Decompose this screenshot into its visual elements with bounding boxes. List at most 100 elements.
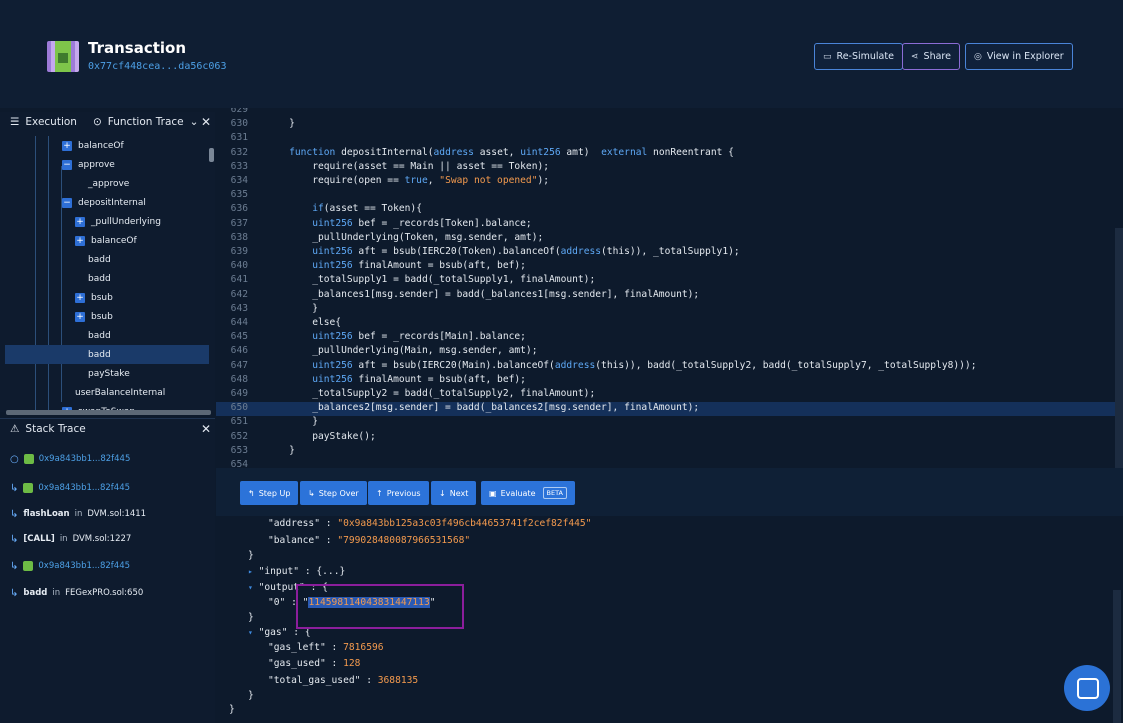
code-line[interactable]: 654 [216,459,1121,468]
code-line[interactable]: 640 uint256 finalAmount = bsub(aft, bef)… [216,260,1121,274]
tree-node[interactable]: + _pullUnderlying [75,212,161,231]
code-text: uint256 bef = _records[Main].balance; [312,331,526,343]
code-line[interactable]: 645 uint256 bef = _records[Main].balance… [216,331,1121,345]
tab-execution[interactable]: Execution [25,116,77,128]
json-gas-line[interactable]: ▾ "gas" : { [248,627,311,643]
expand-icon[interactable]: + [75,216,85,227]
expand-icon[interactable]: + [75,235,85,246]
resimulate-button[interactable]: ▭ Re-Simulate [814,43,903,70]
previous-button[interactable]: ↑ Previous [368,481,429,505]
tree-node[interactable]: badd [88,326,111,345]
code-line[interactable]: 637 uint256 bef = _records[Token].balanc… [216,218,1121,232]
stack-trace-panel: ⚠ Stack Trace ✕ ○ 0x9a843bb1...82f445 ↳ 0x9… [0,418,215,723]
monitor-icon: ▭ [823,51,832,62]
stack-frame-file[interactable]: FEGexPRO.sol:650 [65,588,143,598]
code-line[interactable]: 635 [216,189,1121,203]
stack-frame-address[interactable]: 0x9a843bb1...82f445 [38,561,130,571]
json-input-line[interactable]: ▸ "input" : {...} [248,566,345,582]
code-line[interactable]: 632 function depositInternal(address ass… [216,147,1121,161]
tree-node[interactable]: badd [88,250,111,269]
expand-icon[interactable]: + [75,311,85,322]
code-line[interactable]: 650 _balances2[msg.sender] = badd(_balan… [216,402,1121,417]
code-line[interactable]: 652 payStake(); [216,431,1121,445]
chat-support-button[interactable] [1064,665,1110,711]
close-icon[interactable]: ✕ [201,422,211,436]
share-button[interactable]: ⋖ Share [902,43,960,70]
tree-node[interactable]: + balanceOf [75,231,137,250]
tree-node[interactable]: userBalanceInternal [75,383,165,402]
next-label: Next [449,488,469,498]
transaction-hash[interactable]: 0x77cf448cea...da56c063 [88,61,226,72]
code-line[interactable]: 639 uint256 aft = bsub(IERC20(Token).bal… [216,246,1121,260]
next-button[interactable]: ↓ Next [431,481,477,505]
code-line[interactable]: 638 _pullUnderlying(Token, msg.sender, a… [216,232,1121,246]
chevron-down-icon[interactable]: ⌄ [190,116,199,128]
globe-icon: ◎ [974,51,982,62]
tree-node[interactable]: + balanceOf [62,136,124,155]
json-value: "0x9a843bb125a3c03f496cb44653741f2cef82f… [337,518,592,529]
stack-frame-address[interactable]: 0x9a843bb1...82f445 [39,454,131,464]
code-line[interactable]: 634 require(open == true, "Swap not open… [216,175,1121,189]
code-line[interactable]: 648 uint256 finalAmount = bsub(aft, bef)… [216,374,1121,388]
stack-frame-file[interactable]: DVM.sol:1411 [87,509,146,519]
tree-node-label: badd [88,273,111,284]
code-line[interactable]: 631 [216,132,1121,146]
code-line[interactable]: 643 } [216,303,1121,317]
tree-node[interactable]: + bsub [75,307,113,326]
collapse-icon[interactable]: − [62,159,72,170]
code-line[interactable]: 636 if(asset == Token){ [216,203,1121,217]
expand-icon[interactable]: + [62,140,72,151]
line-number: 634 [230,175,248,186]
tree-node[interactable]: badd [5,345,209,364]
tree-node[interactable]: payStake [88,364,130,383]
step-over-icon: ↳ [308,488,315,498]
code-line[interactable]: 647 uint256 aft = bsub(IERC20(Main).bala… [216,360,1121,374]
code-line[interactable]: 644 else{ [216,317,1121,331]
caret-right-icon[interactable]: ▸ [248,567,253,576]
code-text: _balances1[msg.sender] = badd(_balances1… [266,288,700,300]
evaluate-button[interactable]: ▣ Evaluate BETA [481,481,575,505]
view-in-explorer-button[interactable]: ◎ View in Explorer [965,43,1073,70]
code-line[interactable]: 646 _pullUnderlying(Main, msg.sender, am… [216,345,1121,359]
code-line[interactable]: 641 _totalSupply1 = badd(_totalSupply1, … [216,274,1121,288]
stack-frame-file[interactable]: DVM.sol:1227 [73,534,132,544]
code-line[interactable]: 642 _balances1[msg.sender] = badd(_balan… [216,289,1121,303]
tree-horizontal-scrollbar[interactable] [6,410,211,415]
stack-frame[interactable]: ↳ 0x9a843bb1...82f445 [10,559,130,573]
tree-node[interactable]: badd [88,269,111,288]
code-line[interactable]: 630 } [216,118,1121,132]
code-text: _balances2[msg.sender] = badd(_balances2… [266,402,700,414]
tree-guide-line [61,212,62,402]
tree-scrollbar[interactable] [209,148,214,162]
expand-icon[interactable]: + [75,292,85,303]
page-title: Transaction [88,39,187,57]
step-over-button[interactable]: ↳ Step Over [300,481,367,505]
tree-node-label: depositInternal [78,197,146,208]
stack-frame[interactable]: ○ 0x9a843bb1...82f445 [10,452,130,466]
tree-node[interactable]: − depositInternal [62,193,146,212]
tree-node[interactable]: _approve [88,174,129,193]
stack-frame[interactable]: ↳ flashLoan in DVM.sol:1411 [10,507,146,521]
stack-frame-address[interactable]: 0x9a843bb1...82f445 [38,483,130,493]
stack-frame[interactable]: ↳ 0x9a843bb1...82f445 [10,481,130,495]
close-icon[interactable]: ✕ [201,115,211,129]
code-text: else{ [266,317,342,328]
code-scrollbar[interactable] [1115,228,1123,468]
tree-node[interactable]: − approve [62,155,115,174]
code-line[interactable]: 653 } [216,445,1121,459]
code-line[interactable]: 629 [216,108,1121,118]
json-scrollbar[interactable] [1113,590,1121,723]
tab-function-trace[interactable]: Function Trace [108,116,184,128]
collapse-icon[interactable]: − [62,197,72,208]
tree-node[interactable]: + bsub [75,288,113,307]
code-line[interactable]: 649 _totalSupply2 = badd(_totalSupply2, … [216,388,1121,402]
tree-node-label: balanceOf [91,235,137,246]
step-up-button[interactable]: ↰ Step Up [240,481,299,505]
stack-frame[interactable]: ↳ [CALL] in DVM.sol:1227 [10,532,131,546]
json-value: 128 [343,658,361,669]
stack-frame[interactable]: ↳ badd in FEGexPRO.sol:650 [10,586,143,600]
caret-down-icon[interactable]: ▾ [248,583,253,592]
caret-down-icon[interactable]: ▾ [248,628,253,637]
code-line[interactable]: 651 } [216,416,1121,430]
code-line[interactable]: 633 require(asset == Main || asset == To… [216,161,1121,175]
